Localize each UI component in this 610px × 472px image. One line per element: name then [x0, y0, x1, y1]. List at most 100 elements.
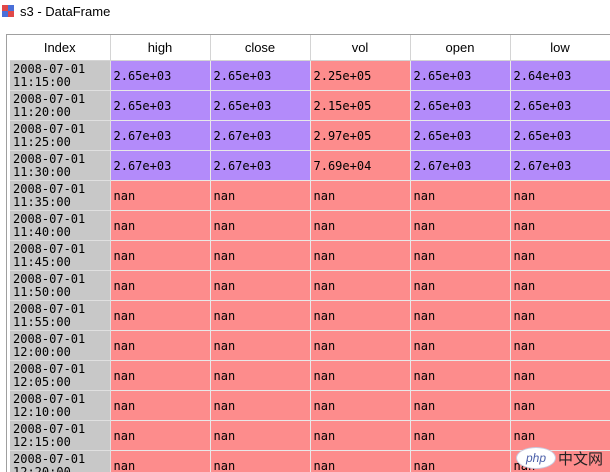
column-header-high[interactable]: high: [110, 35, 210, 61]
column-header-close[interactable]: close: [210, 35, 310, 61]
data-cell-close[interactable]: nan: [210, 271, 310, 301]
data-cell-high[interactable]: nan: [110, 301, 210, 331]
data-cell-low[interactable]: nan: [510, 421, 610, 451]
data-cell-low[interactable]: nan: [510, 391, 610, 421]
data-cell-vol[interactable]: nan: [310, 331, 410, 361]
data-cell-vol[interactable]: nan: [310, 361, 410, 391]
row-index-cell[interactable]: 2008-07-0111:20:00: [10, 91, 110, 121]
data-cell-open[interactable]: nan: [410, 421, 510, 451]
data-cell-low[interactable]: 2.64e+03: [510, 61, 610, 91]
data-cell-open[interactable]: 2.65e+03: [410, 61, 510, 91]
data-cell-low[interactable]: 2.65e+03: [510, 121, 610, 151]
data-cell-close[interactable]: nan: [210, 421, 310, 451]
data-cell-high[interactable]: nan: [110, 421, 210, 451]
data-cell-close[interactable]: nan: [210, 301, 310, 331]
data-cell-vol[interactable]: 2.97e+05: [310, 121, 410, 151]
data-cell-close[interactable]: nan: [210, 241, 310, 271]
data-cell-low[interactable]: nan: [510, 271, 610, 301]
data-cell-open[interactable]: nan: [410, 271, 510, 301]
data-cell-close[interactable]: nan: [210, 361, 310, 391]
data-cell-vol[interactable]: 2.15e+05: [310, 91, 410, 121]
data-cell-close[interactable]: 2.67e+03: [210, 121, 310, 151]
data-cell-high[interactable]: nan: [110, 271, 210, 301]
data-cell-open[interactable]: nan: [410, 211, 510, 241]
data-cell-close[interactable]: nan: [210, 451, 310, 472]
data-cell-open[interactable]: nan: [410, 301, 510, 331]
row-index-cell[interactable]: 2008-07-0111:35:00: [10, 181, 110, 211]
row-index-cell[interactable]: 2008-07-0111:55:00: [10, 301, 110, 331]
data-cell-low[interactable]: nan: [510, 331, 610, 361]
data-cell-high[interactable]: 2.65e+03: [110, 61, 210, 91]
column-header-open[interactable]: open: [410, 35, 510, 61]
data-cell-high[interactable]: nan: [110, 391, 210, 421]
row-index-cell[interactable]: 2008-07-0112:15:00: [10, 421, 110, 451]
data-cell-vol[interactable]: nan: [310, 181, 410, 211]
data-cell-open[interactable]: nan: [410, 331, 510, 361]
window-title: s3 - DataFrame: [20, 4, 110, 19]
row-index-cell[interactable]: 2008-07-0111:25:00: [10, 121, 110, 151]
row-index-cell[interactable]: 2008-07-0111:40:00: [10, 211, 110, 241]
data-cell-open[interactable]: 2.65e+03: [410, 91, 510, 121]
row-index-cell[interactable]: 2008-07-0111:50:00: [10, 271, 110, 301]
data-cell-low[interactable]: nan: [510, 181, 610, 211]
dataframe-grid-icon: [2, 5, 14, 17]
data-cell-open[interactable]: 2.67e+03: [410, 151, 510, 181]
data-cell-low[interactable]: nan: [510, 241, 610, 271]
column-header-index[interactable]: Index: [10, 35, 110, 61]
data-cell-open[interactable]: 2.65e+03: [410, 121, 510, 151]
data-cell-low[interactable]: 2.67e+03: [510, 151, 610, 181]
data-cell-low[interactable]: nan: [510, 301, 610, 331]
dataframe-viewer[interactable]: Indexhighclosevolopenlow 2008-07-0111:15…: [6, 34, 610, 472]
data-cell-open[interactable]: nan: [410, 181, 510, 211]
data-cell-vol[interactable]: nan: [310, 391, 410, 421]
data-cell-high[interactable]: 2.65e+03: [110, 91, 210, 121]
column-header-vol[interactable]: vol: [310, 35, 410, 61]
data-cell-low[interactable]: 2.65e+03: [510, 91, 610, 121]
data-cell-high[interactable]: nan: [110, 361, 210, 391]
data-cell-high[interactable]: 2.67e+03: [110, 151, 210, 181]
data-cell-vol[interactable]: nan: [310, 451, 410, 472]
data-cell-close[interactable]: 2.65e+03: [210, 91, 310, 121]
row-index-cell[interactable]: 2008-07-0111:30:00: [10, 151, 110, 181]
data-cell-high[interactable]: nan: [110, 181, 210, 211]
data-cell-high[interactable]: nan: [110, 451, 210, 472]
data-cell-open[interactable]: nan: [410, 451, 510, 472]
row-index-date: 2008-07-01: [13, 303, 110, 316]
row-index-cell[interactable]: 2008-07-0112:00:00: [10, 331, 110, 361]
data-cell-high[interactable]: nan: [110, 211, 210, 241]
row-index-time: 11:45:00: [13, 256, 110, 269]
table-row: 2008-07-0111:30:002.67e+032.67e+037.69e+…: [10, 151, 610, 181]
data-cell-close[interactable]: nan: [210, 211, 310, 241]
data-cell-vol[interactable]: 7.69e+04: [310, 151, 410, 181]
row-index-cell[interactable]: 2008-07-0112:20:00: [10, 451, 110, 472]
data-cell-close[interactable]: 2.67e+03: [210, 151, 310, 181]
data-cell-close[interactable]: nan: [210, 391, 310, 421]
data-cell-low[interactable]: nan: [510, 211, 610, 241]
data-cell-open[interactable]: nan: [410, 361, 510, 391]
data-cell-vol[interactable]: nan: [310, 421, 410, 451]
table-row: 2008-07-0111:40:00nannannannannan: [10, 211, 610, 241]
row-index-cell[interactable]: 2008-07-0111:45:00: [10, 241, 110, 271]
data-cell-open[interactable]: nan: [410, 241, 510, 271]
column-header-low[interactable]: low: [510, 35, 610, 61]
data-cell-high[interactable]: nan: [110, 331, 210, 361]
data-cell-close[interactable]: nan: [210, 331, 310, 361]
data-cell-vol[interactable]: nan: [310, 241, 410, 271]
row-index-cell[interactable]: 2008-07-0112:05:00: [10, 361, 110, 391]
table-row: 2008-07-0111:20:002.65e+032.65e+032.15e+…: [10, 91, 610, 121]
data-cell-vol[interactable]: nan: [310, 271, 410, 301]
data-cell-vol[interactable]: 2.25e+05: [310, 61, 410, 91]
table-row: 2008-07-0112:00:00nannannannannan: [10, 331, 610, 361]
data-cell-vol[interactable]: nan: [310, 211, 410, 241]
data-cell-low[interactable]: nan: [510, 361, 610, 391]
table-row: 2008-07-0111:15:002.65e+032.65e+032.25e+…: [10, 61, 610, 91]
data-cell-high[interactable]: nan: [110, 241, 210, 271]
data-cell-open[interactable]: nan: [410, 391, 510, 421]
row-index-date: 2008-07-01: [13, 183, 110, 196]
data-cell-close[interactable]: 2.65e+03: [210, 61, 310, 91]
data-cell-vol[interactable]: nan: [310, 301, 410, 331]
data-cell-close[interactable]: nan: [210, 181, 310, 211]
data-cell-high[interactable]: 2.67e+03: [110, 121, 210, 151]
row-index-cell[interactable]: 2008-07-0111:15:00: [10, 61, 110, 91]
row-index-cell[interactable]: 2008-07-0112:10:00: [10, 391, 110, 421]
